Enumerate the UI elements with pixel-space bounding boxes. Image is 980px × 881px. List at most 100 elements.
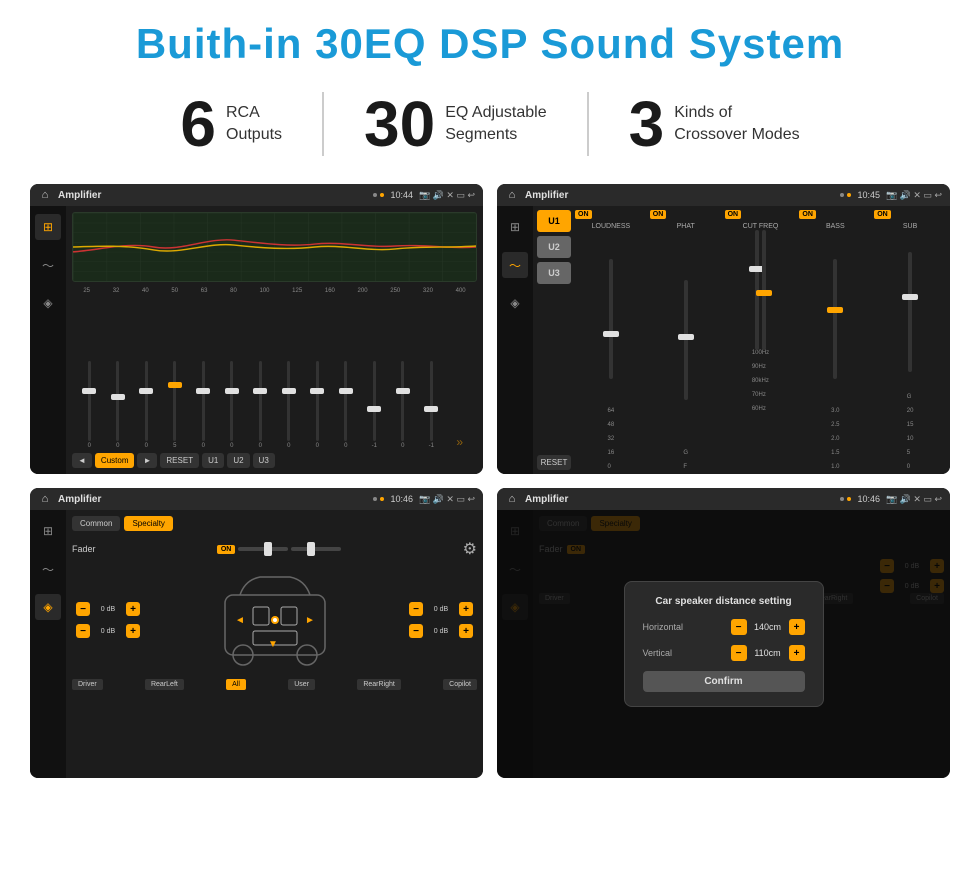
fader-driver-btn[interactable]: Driver bbox=[72, 679, 103, 690]
fader-rearright-btn[interactable]: RearRight bbox=[357, 679, 401, 690]
fader-tab-common[interactable]: Common bbox=[72, 516, 120, 531]
cross-sidebar-speaker-icon[interactable]: ◈ bbox=[502, 290, 528, 316]
cutfreq-thumb-g[interactable] bbox=[756, 290, 772, 296]
eq-val-6: 0 bbox=[259, 443, 262, 449]
eq-track-4[interactable] bbox=[202, 361, 205, 441]
eq-sidebar-eq-icon[interactable]: ⊞ bbox=[35, 214, 61, 240]
eq-track-0[interactable] bbox=[88, 361, 91, 441]
fader-h-thumb[interactable] bbox=[264, 542, 272, 556]
dialog-vertical-minus[interactable]: − bbox=[731, 645, 747, 661]
phat-slider[interactable] bbox=[684, 280, 688, 400]
eq-track-6[interactable] bbox=[259, 361, 262, 441]
page-wrapper: Buith-in 30EQ DSP Sound System 6 RCAOutp… bbox=[0, 0, 980, 798]
sub-slider[interactable] bbox=[908, 252, 912, 372]
eq-reset-btn[interactable]: RESET bbox=[160, 453, 199, 468]
fader-rearleft-btn[interactable]: RearLeft bbox=[145, 679, 184, 690]
eq-expand-btn[interactable]: » bbox=[447, 435, 474, 449]
eq-track-10[interactable] bbox=[373, 361, 376, 441]
eq-play-btn[interactable]: ► bbox=[137, 453, 157, 468]
dialog-confirm-button[interactable]: Confirm bbox=[643, 671, 805, 692]
dialog-status-bar: ⌂ Amplifier 10:46 📷 🔊 ✕ ▭ ↩ bbox=[497, 488, 950, 510]
eq-track-3[interactable] bbox=[173, 361, 176, 441]
eq-u2-btn[interactable]: U2 bbox=[227, 453, 249, 468]
loudness-thumb[interactable] bbox=[603, 331, 619, 337]
fader-copilot-btn[interactable]: Copilot bbox=[443, 679, 477, 690]
vol-fr-minus[interactable]: − bbox=[409, 602, 423, 616]
cross-u2-btn[interactable]: U2 bbox=[537, 236, 571, 258]
eq-thumb-11[interactable] bbox=[396, 388, 410, 394]
vol-row-fr: − 0 dB + bbox=[409, 602, 473, 616]
fader-sidebar-speaker-icon[interactable]: ◈ bbox=[35, 594, 61, 620]
vol-fr-plus[interactable]: + bbox=[459, 602, 473, 616]
sub-thumb[interactable] bbox=[902, 294, 918, 300]
dialog-vertical-plus[interactable]: + bbox=[789, 645, 805, 661]
dialog-home-icon[interactable]: ⌂ bbox=[505, 492, 519, 506]
cross-home-icon[interactable]: ⌂ bbox=[505, 188, 519, 202]
fader-all-btn[interactable]: All bbox=[226, 679, 246, 690]
fader-user-btn[interactable]: User bbox=[288, 679, 315, 690]
eq-thumb-0[interactable] bbox=[82, 388, 96, 394]
fader-h-thumb2[interactable] bbox=[307, 542, 315, 556]
vol-rl-minus[interactable]: − bbox=[76, 624, 90, 638]
fader-sidebar-wave-icon[interactable]: 〜 bbox=[35, 556, 61, 582]
dialog-horizontal-plus[interactable]: + bbox=[789, 619, 805, 635]
panel-phat: ON PHAT G F bbox=[650, 210, 722, 470]
vol-rr-minus[interactable]: − bbox=[409, 624, 423, 638]
dialog-horizontal-minus[interactable]: − bbox=[731, 619, 747, 635]
fader-settings-icon[interactable]: ⚙ bbox=[463, 539, 477, 559]
eq-thumb-1[interactable] bbox=[111, 394, 125, 400]
eq-track-5[interactable] bbox=[230, 361, 233, 441]
eq-track-8[interactable] bbox=[316, 361, 319, 441]
fader-h-track2[interactable] bbox=[291, 547, 341, 551]
eq-u1-btn[interactable]: U1 bbox=[202, 453, 224, 468]
eq-slider-9: 0 bbox=[333, 361, 360, 449]
eq-track-9[interactable] bbox=[344, 361, 347, 441]
eq-thumb-4[interactable] bbox=[196, 388, 210, 394]
sub-val3: 15 bbox=[907, 422, 914, 428]
vol-fl-minus[interactable]: − bbox=[76, 602, 90, 616]
cross-u1-btn[interactable]: U1 bbox=[537, 210, 571, 232]
cross-sidebar-eq-icon[interactable]: ⊞ bbox=[502, 214, 528, 240]
eq-thumb-2[interactable] bbox=[139, 388, 153, 394]
eq-thumb-3[interactable] bbox=[168, 382, 182, 388]
eq-track-11[interactable] bbox=[401, 361, 404, 441]
eq-prev-btn[interactable]: ◄ bbox=[72, 453, 92, 468]
eq-thumb-8[interactable] bbox=[310, 388, 324, 394]
fader-h-track[interactable] bbox=[238, 547, 288, 551]
eq-slider-10: -1 bbox=[361, 361, 388, 449]
eq-sidebar-wave-icon[interactable]: 〜 bbox=[35, 252, 61, 278]
dialog-vertical-row: Vertical − 110cm + bbox=[643, 645, 805, 661]
eq-thumb-10[interactable] bbox=[367, 406, 381, 412]
eq-thumb-5[interactable] bbox=[225, 388, 239, 394]
loudness-val4: 16 bbox=[608, 450, 615, 456]
cross-reset-btn[interactable]: RESET bbox=[537, 455, 571, 470]
eq-custom-btn[interactable]: Custom bbox=[95, 453, 135, 468]
eq-thumb-7[interactable] bbox=[282, 388, 296, 394]
eq-sidebar-speaker-icon[interactable]: ◈ bbox=[35, 290, 61, 316]
cutfreq-on-badge: ON bbox=[725, 210, 742, 219]
phat-thumb[interactable] bbox=[678, 334, 694, 340]
eq-track-12[interactable] bbox=[430, 361, 433, 441]
fader-home-icon[interactable]: ⌂ bbox=[38, 492, 52, 506]
vol-fl-plus[interactable]: + bbox=[126, 602, 140, 616]
eq-track-1[interactable] bbox=[116, 361, 119, 441]
cross-u3-btn[interactable]: U3 bbox=[537, 262, 571, 284]
cutfreq-slider-g[interactable] bbox=[762, 230, 766, 350]
bass-slider[interactable] bbox=[833, 259, 837, 379]
eq-thumb-9[interactable] bbox=[339, 388, 353, 394]
bass-thumb[interactable] bbox=[827, 307, 843, 313]
fader-left-sidebar: ⊞ 〜 ◈ bbox=[30, 510, 66, 778]
home-icon[interactable]: ⌂ bbox=[38, 188, 52, 202]
panel-loudness-header: ON bbox=[575, 210, 647, 219]
cross-sidebar-wave-icon[interactable]: 〜 bbox=[502, 252, 528, 278]
eq-thumb-12[interactable] bbox=[424, 406, 438, 412]
eq-track-7[interactable] bbox=[287, 361, 290, 441]
fader-sidebar-eq-icon[interactable]: ⊞ bbox=[35, 518, 61, 544]
vol-rr-plus[interactable]: + bbox=[459, 624, 473, 638]
loudness-slider[interactable] bbox=[609, 259, 613, 379]
eq-u3-btn[interactable]: U3 bbox=[253, 453, 275, 468]
eq-thumb-6[interactable] bbox=[253, 388, 267, 394]
eq-track-2[interactable] bbox=[145, 361, 148, 441]
vol-rl-plus[interactable]: + bbox=[126, 624, 140, 638]
fader-tab-specialty[interactable]: Specialty bbox=[124, 516, 172, 531]
